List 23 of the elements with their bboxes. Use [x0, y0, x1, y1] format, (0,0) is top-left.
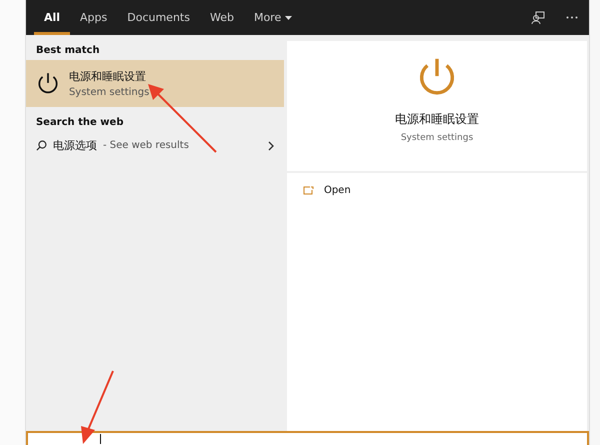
search-field[interactable]	[26, 431, 590, 445]
filter-tab[interactable]: Web	[200, 0, 244, 35]
preview-title: 电源和睡眠设置	[394, 111, 479, 128]
result-subtitle: System settings	[68, 87, 150, 98]
section-heading: Best match	[34, 44, 101, 58]
caret-icon	[285, 16, 292, 20]
web-query[interactable]: 电源选项	[52, 138, 97, 153]
filter-tab[interactable]: All	[34, 0, 70, 35]
open-icon	[302, 186, 314, 195]
chevron-icon[interactable]	[268, 140, 274, 150]
section-heading: Search the web	[34, 116, 124, 130]
filter-tab[interactable]: More	[244, 0, 302, 35]
feedback-icon	[531, 10, 546, 24]
web-results-hint: - See web results	[102, 140, 190, 151]
filter-tab[interactable]: Apps	[70, 0, 118, 35]
result-title: 电源和睡眠设置	[68, 69, 147, 84]
search-icon	[36, 140, 47, 151]
best-match-item[interactable]: 电源和睡眠设置 System settings	[26, 60, 284, 107]
text-cursor	[100, 434, 101, 444]
preview-subtitle: System settings	[400, 133, 474, 143]
open-action[interactable]: Open	[302, 185, 572, 196]
filter-tab[interactable]: Documents	[117, 0, 200, 35]
more-icon	[566, 16, 578, 19]
